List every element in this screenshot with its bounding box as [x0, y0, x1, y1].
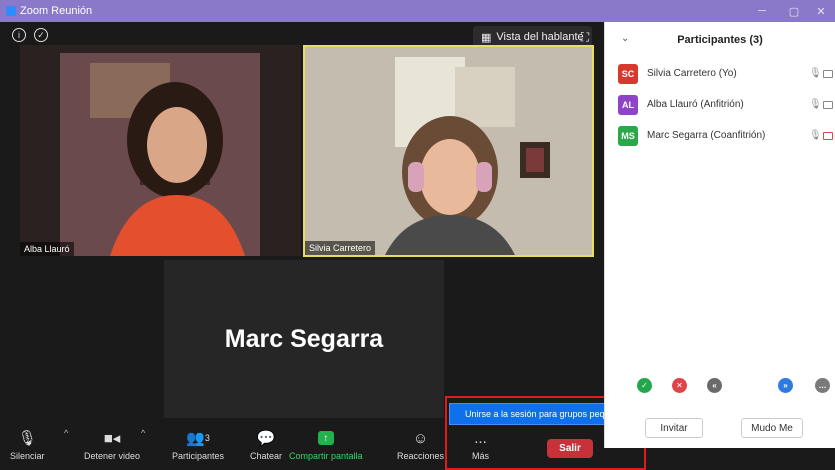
mute-me-button[interactable]: Mudo Me	[741, 418, 803, 438]
people-icon: 👥 3	[186, 430, 210, 447]
video-tile-marc[interactable]: Marc Segarra	[164, 260, 444, 418]
go-slower-icon[interactable]: «	[707, 378, 722, 393]
video-feed	[305, 47, 592, 255]
participant-name-large: Marc Segarra	[224, 324, 384, 353]
participant-name: Alba Llauró (Anfitrión)	[647, 99, 744, 110]
participant-name: Silvia Carretero (Yo)	[647, 68, 737, 79]
video-camera-off-icon	[823, 131, 833, 140]
video-feed	[20, 45, 301, 256]
video-tile-alba[interactable]: Alba Llauró	[20, 45, 301, 256]
nonverbal-feedback-bar: ✓ ✕ « » …	[605, 374, 835, 398]
microphone-icon: 🎙	[809, 68, 822, 79]
avatar: MS	[618, 125, 638, 146]
mute-button[interactable]: 🎙 Silenciar	[10, 428, 45, 461]
minimize-icon[interactable]: ─	[748, 0, 776, 22]
video-tile-name: Silvia Carretero	[305, 241, 376, 255]
grid-icon: ▦	[481, 31, 492, 44]
reactions-button[interactable]: ☺ Reacciones	[397, 428, 444, 462]
avatar: AL	[618, 94, 638, 115]
zoom-app-icon	[6, 6, 16, 16]
share-screen-button[interactable]: ↑ Compartir pantalla	[289, 428, 363, 461]
share-arrow-icon: ↑	[317, 428, 334, 448]
no-x-icon[interactable]: ✕	[672, 378, 687, 393]
chat-button[interactable]: 💬 Chatear	[250, 428, 282, 461]
invite-button[interactable]: Invitar	[645, 418, 703, 438]
video-tile-silvia[interactable]: Silvia Carretero	[303, 45, 594, 257]
stop-video-button[interactable]: ■◂ Detener video	[84, 428, 140, 461]
video-tile-name: Alba Llauró	[20, 242, 74, 256]
participants-panel: ⌄ Participantes (3) SC Silvia Carretero …	[604, 22, 835, 448]
chevron-up-icon[interactable]: ^	[64, 428, 68, 438]
video-camera-icon	[823, 100, 833, 109]
title-bar: Zoom Reunión ─ ▢ ✕	[0, 0, 835, 22]
security-shield-icon[interactable]: ✓	[34, 28, 48, 42]
microphone-icon: 🎙	[809, 99, 822, 110]
meeting-stage: i ✓ ▦ Vista del hablante ⛶ Alba Llauró S…	[0, 22, 646, 470]
participant-name: Marc Segarra (Coanfitrión)	[647, 130, 766, 141]
video-camera-icon	[823, 69, 833, 78]
avatar: SC	[618, 63, 638, 84]
yes-check-icon[interactable]: ✓	[637, 378, 652, 393]
maximize-icon[interactable]: ▢	[780, 0, 808, 22]
participant-row[interactable]: SC Silvia Carretero (Yo) 🎙	[605, 58, 835, 89]
chat-bubble-icon: 💬	[256, 430, 276, 447]
microphone-icon: 🎙	[17, 430, 37, 447]
participants-button[interactable]: 👥 3 Participantes	[172, 428, 224, 461]
panel-footer: Invitar Mudo Me	[605, 416, 835, 448]
panel-header: ⌄ Participantes (3)	[605, 22, 835, 58]
speaker-view-label: Vista del hablante	[496, 31, 584, 43]
panel-title: Participantes (3)	[677, 34, 763, 46]
video-camera-icon: ■◂	[103, 430, 121, 447]
emoji-plus-icon: ☺	[412, 429, 429, 447]
fullscreen-icon[interactable]: ⛶	[577, 29, 593, 45]
participant-row[interactable]: AL Alba Llauró (Anfitrión) 🎙	[605, 89, 835, 120]
info-icon[interactable]: i	[12, 28, 26, 42]
window-title: Zoom Reunión	[20, 5, 93, 17]
chevron-up-icon[interactable]: ^	[141, 428, 145, 438]
meeting-info-icons: i ✓	[12, 28, 48, 42]
microphone-icon: 🎙	[809, 130, 822, 141]
more-icon[interactable]: …	[815, 378, 830, 393]
participant-row[interactable]: MS Marc Segarra (Coanfitrión) 🎙	[605, 120, 835, 151]
go-faster-icon[interactable]: »	[778, 378, 793, 393]
chevron-down-icon[interactable]: ⌄	[621, 33, 629, 44]
close-icon[interactable]: ✕	[807, 0, 835, 22]
